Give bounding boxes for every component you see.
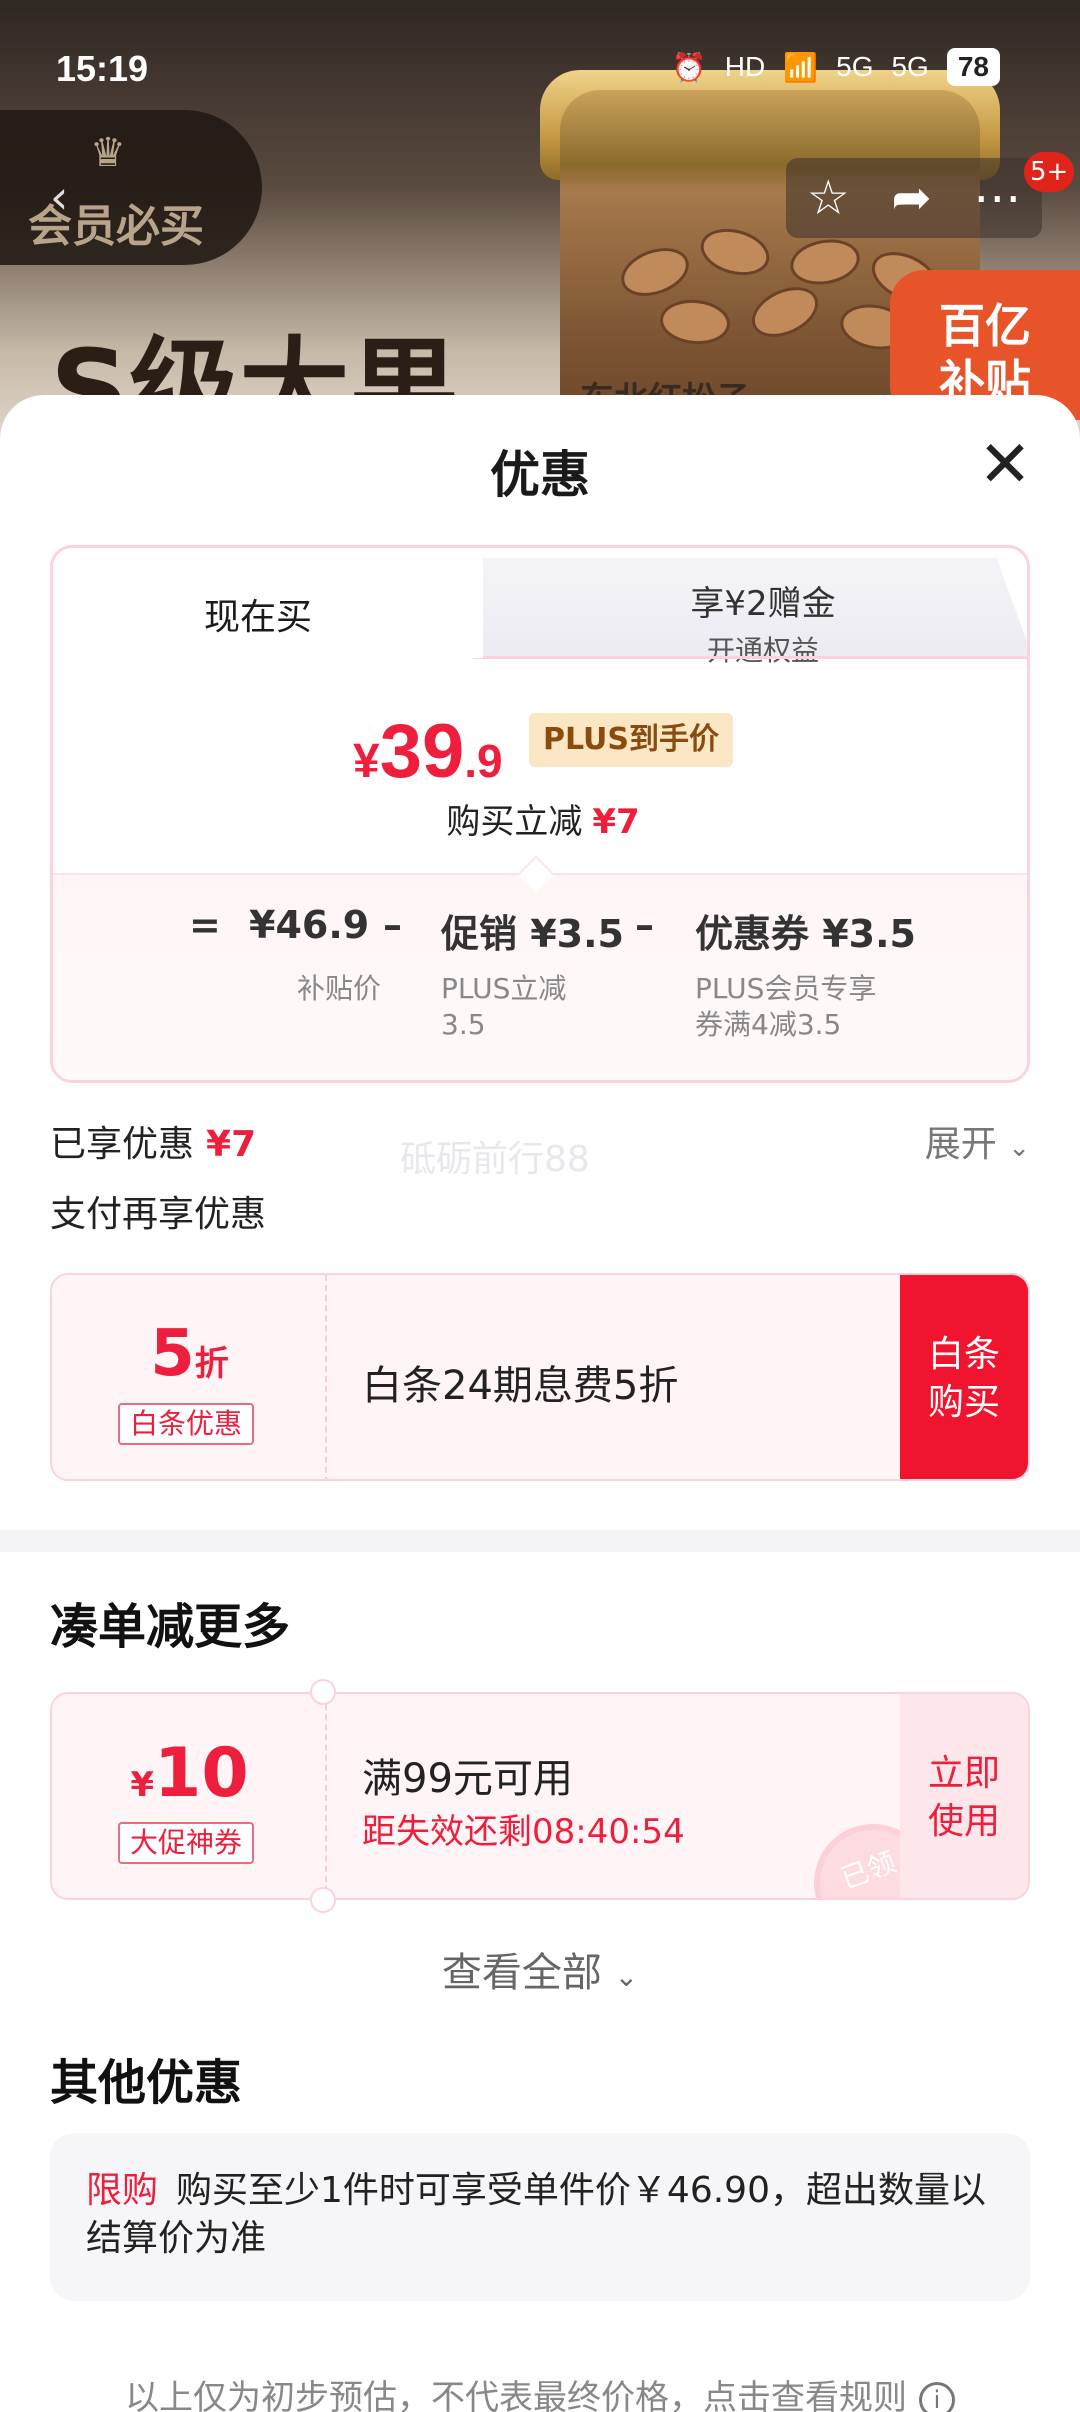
member-tag[interactable]: ♛ ‹ 会员必买 <box>0 110 262 265</box>
tab-plus-line1: 享¥2赠金 <box>690 584 836 624</box>
baitiao-discount-unit: 折 <box>194 1344 229 1384</box>
crown-icon: ♛ <box>90 130 126 176</box>
close-icon[interactable]: ✕ <box>975 433 1035 497</box>
coupon-card[interactable]: ¥10 大促神券 满99元可用 距失效还剩08:40:54 已领 立即 使用 <box>50 1692 1030 1900</box>
limit-tag: 限购 <box>86 2170 159 2211</box>
view-all-link[interactable]: 查看全部 ⌄ <box>0 1940 1080 1998</box>
signal-icon: 5G <box>836 51 874 82</box>
share-icon[interactable]: ➦ <box>891 170 931 226</box>
info-icon[interactable]: i <box>919 2381 955 2412</box>
price-currency: ¥ <box>353 735 380 788</box>
baitiao-buy-button[interactable]: 白条 购买 <box>900 1275 1028 1479</box>
baitiao-offer-card[interactable]: 5折 白条优惠 白条24期息费5折 白条 购买 <box>50 1273 1030 1481</box>
formula-coupon: 优惠券 ¥3.5 <box>695 912 916 956</box>
status-icons: ⏰ HD 📶 5G 5G 78 <box>672 48 1000 86</box>
expand-label: 展开 <box>924 1124 997 1165</box>
baitiao-chip: 白条优惠 <box>118 1403 255 1445</box>
battery-icon: 78 <box>946 48 1000 86</box>
view-all-label: 查看全部 <box>441 1950 602 1996</box>
tab-now-label: 现在买 <box>203 597 312 638</box>
sheet-title: 优惠 <box>490 446 590 504</box>
hd-icon: HD <box>724 51 766 82</box>
star-icon[interactable]: ☆ <box>807 170 850 226</box>
price-decimal: .9 <box>464 735 503 787</box>
coupon-chip: 大促神券 <box>118 1822 255 1864</box>
wifi-icon: 📶 <box>783 51 819 83</box>
limit-text: 购买至少1件时可享受单件价￥46.90，超出数量以结算价为准 <box>86 2170 986 2259</box>
formula-minus: – <box>635 903 654 947</box>
plus-price: ¥39.9 <box>353 708 503 795</box>
coupon-condition: 满99元可用 <box>362 1756 573 1802</box>
plus-price-tag: PLUS到手价 <box>529 713 734 767</box>
chevron-down-icon: ⌄ <box>614 1960 639 1993</box>
price-card: 享¥2赠金 开通权益 现在买 ¥39.9 PLUS到手价 购买立减 ¥7 = ¥4… <box>50 545 1030 1083</box>
baitiao-discount-value: 5 <box>150 1317 195 1391</box>
message-badge: 5+ <box>1024 152 1075 192</box>
use-coupon-button[interactable]: 立即 使用 <box>900 1694 1028 1898</box>
pay-section-title: 支付再享优惠 <box>50 1194 267 1235</box>
alarm-icon: ⏰ <box>671 51 707 83</box>
enjoyed-discount: 已享优惠 ¥7 <box>50 1115 256 1167</box>
section-separator <box>0 1530 1080 1552</box>
coupon-value: ¥10 <box>52 1734 327 1813</box>
formula-promo-label: PLUS立减 3.5 <box>441 972 567 1041</box>
baitiao-desc: 白条24期息费5折 <box>362 1363 679 1409</box>
footer-text: 以上仅为初步预估，不代表最终价格，点击查看规则 <box>125 2378 907 2412</box>
signal-icon: 5G <box>891 51 929 82</box>
enjoyed-label: 已享优惠 <box>50 1124 195 1165</box>
watermark: 砥砺前行88 <box>400 1139 590 1180</box>
more-icon[interactable]: ⋯ <box>973 170 1021 226</box>
formula-promo: 促销 ¥3.5 <box>441 912 624 956</box>
purchase-reduce: 购买立减 ¥7 <box>53 794 1027 843</box>
reduce-label: 购买立减 <box>446 802 583 842</box>
tab-plus-line2: 开通权益 <box>706 634 819 667</box>
formula-minus: – <box>383 903 402 947</box>
purchase-limit-notice: 限购 购买至少1件时可享受单件价￥46.90，超出数量以结算价为准 <box>50 2133 1030 2301</box>
discount-sheet: 优惠 ✕ 享¥2赠金 开通权益 现在买 ¥39.9 PLUS到手价 购买立减 ¥7… <box>0 395 1080 2412</box>
expand-toggle[interactable]: 展开 ⌄ <box>925 1115 1030 1167</box>
rules-footer[interactable]: 以上仅为初步预估，不代表最终价格，点击查看规则 i <box>0 2370 1080 2412</box>
member-tag-label: 会员必买 <box>28 201 204 252</box>
coupon-timer: 距失效还剩08:40:54 <box>362 1812 685 1852</box>
tab-now[interactable]: 现在买 <box>53 548 483 658</box>
price-formula: = ¥46.9 补贴价 – 促销 ¥3.5 PLUS立减 3.5 – 优惠券 ¥… <box>53 855 1027 1080</box>
formula-equals: = <box>189 903 221 947</box>
other-section-title: 其他优惠 <box>50 2055 243 2111</box>
formula-base-label: 补贴价 <box>296 972 381 1005</box>
price-integer: 39 <box>379 709 465 794</box>
enjoyed-amount: ¥7 <box>206 1124 257 1165</box>
reduce-amount: ¥7 <box>592 802 640 842</box>
chevron-down-icon: ⌄ <box>1008 1133 1030 1163</box>
formula-coupon-label: PLUS会员专享 券满4减3.5 <box>695 972 877 1041</box>
status-time: 15:19 <box>56 48 149 89</box>
baitiao-discount: 5折 <box>52 1317 327 1391</box>
coupon-amount: 10 <box>154 1734 249 1813</box>
more-section-title: 凑单减更多 <box>50 1599 291 1655</box>
top-actions: ☆ ➦ ⋯ <box>786 158 1042 238</box>
coupon-currency: ¥ <box>130 1765 155 1805</box>
formula-base: ¥46.9 <box>249 903 370 947</box>
